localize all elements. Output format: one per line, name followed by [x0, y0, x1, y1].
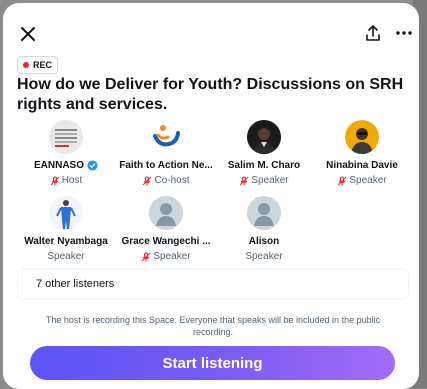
default-profile-icon	[247, 196, 281, 230]
participant-salim[interactable]: Salim M. Charo Speaker	[209, 120, 319, 186]
rec-badge: REC	[17, 56, 59, 74]
participant-role: Speaker	[153, 251, 191, 262]
participant-faith-to-action[interactable]: Faith to Action Ne... Co-host	[111, 120, 221, 186]
participant-role: Speaker	[47, 251, 85, 262]
record-dot-icon	[23, 62, 29, 68]
participant-name: Ninabina Davie	[326, 160, 398, 171]
person-photo-icon	[49, 196, 83, 230]
participant-role: Speaker	[251, 175, 289, 186]
other-listeners-row[interactable]: 7 other listeners	[17, 268, 409, 300]
start-listening-label: Start listening	[162, 354, 263, 372]
participant-name: Faith to Action Ne...	[119, 160, 213, 171]
participant-eannaso[interactable]: EANNASO Host	[11, 120, 121, 186]
close-icon	[21, 27, 35, 41]
verified-badge-icon	[87, 160, 98, 171]
rec-label: REC	[33, 60, 53, 70]
close-button[interactable]	[17, 23, 39, 45]
person-photo-icon	[345, 120, 379, 154]
mic-off-icon	[338, 176, 347, 185]
participant-grace[interactable]: Grace Wangechi ... Speaker	[111, 196, 221, 262]
default-profile-icon	[149, 196, 183, 230]
more-options-button[interactable]	[394, 25, 414, 41]
avatar	[247, 196, 281, 230]
avatar	[247, 120, 281, 154]
avatar	[49, 120, 83, 154]
start-listening-button[interactable]: Start listening	[30, 346, 395, 380]
participant-role: Host	[61, 175, 83, 186]
share-icon	[366, 25, 380, 41]
space-modal: REC How do we Deliver for Youth? Discuss…	[3, 3, 419, 389]
mic-off-icon	[240, 176, 249, 185]
participant-name: Grace Wangechi ...	[121, 236, 211, 247]
mic-off-icon	[50, 176, 60, 185]
avatar	[149, 196, 183, 230]
participant-walter[interactable]: Walter Nyambaga Speaker	[11, 196, 121, 262]
recording-notice: The host is recording this Space. Everyo…	[45, 315, 381, 337]
participant-name: Alison	[248, 236, 280, 247]
participant-name: Salim M. Charo	[227, 160, 301, 171]
avatar	[49, 196, 83, 230]
share-button[interactable]	[363, 23, 383, 43]
more-dots-icon	[396, 31, 412, 35]
avatar	[345, 120, 379, 154]
participant-role: Co-host	[154, 175, 190, 186]
listeners-label: 7 other listeners	[36, 278, 115, 290]
mic-off-icon	[143, 176, 152, 185]
space-title: How do we Deliver for Youth? Discussions…	[17, 76, 404, 113]
faith-to-action-logo-icon	[149, 120, 183, 154]
participant-alison[interactable]: Alison Speaker	[209, 196, 319, 262]
person-photo-icon	[247, 120, 281, 154]
participant-role: Speaker	[349, 175, 387, 186]
eannaso-logo-icon	[49, 120, 83, 154]
avatar	[149, 120, 183, 154]
participant-ninabina[interactable]: Ninabina Davie Speaker	[307, 120, 417, 186]
participant-name: EANNASO	[33, 160, 84, 171]
participant-role: Speaker	[245, 251, 283, 262]
mic-off-icon	[142, 252, 151, 261]
participant-name: Walter Nyambaga	[24, 236, 108, 247]
